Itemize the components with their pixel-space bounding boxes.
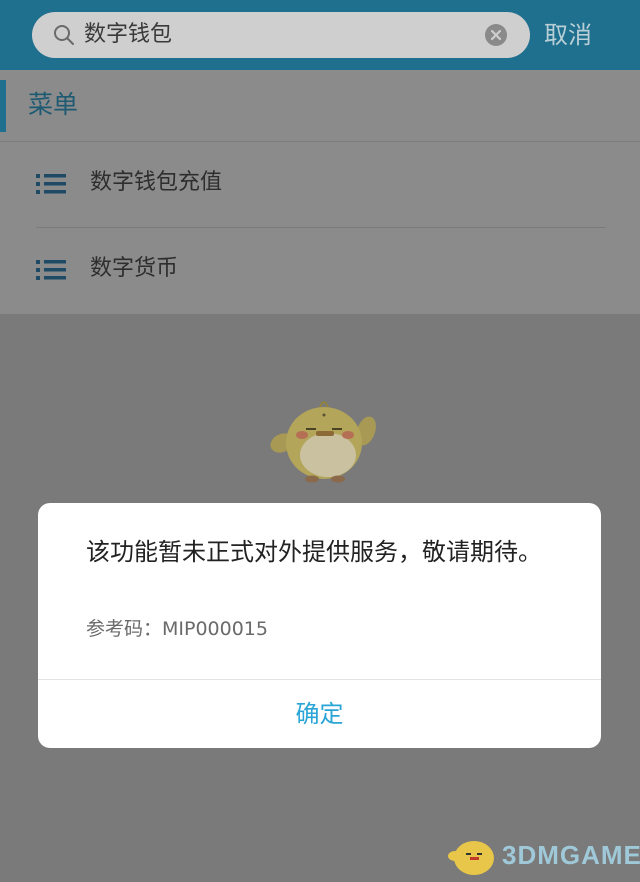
- dialog-message: 该功能暂未正式对外提供服务，敬请期待。: [86, 538, 542, 566]
- menu-item-digital-currency[interactable]: 数字货币: [0, 228, 640, 312]
- section-title: 菜单: [28, 90, 79, 119]
- watermark-mascot-icon: [448, 841, 494, 875]
- dialog-reference-code: 参考码：MIP000015: [86, 618, 268, 640]
- menu-item-label: 数字钱包充值: [90, 170, 223, 195]
- watermark-text: 3DMGAME: [502, 840, 640, 870]
- top-bar: 数字钱包 取消: [0, 0, 640, 70]
- search-query: 数字钱包: [84, 22, 173, 47]
- search-icon: [54, 25, 74, 45]
- alert-dialog: 该功能暂未正式对外提供服务，敬请期待。 参考码：MIP000015 确定: [38, 503, 601, 748]
- list-icon: [36, 174, 66, 194]
- section-accent-bar: [0, 80, 6, 132]
- list-icon: [36, 260, 66, 280]
- menu-section-header: 菜单: [0, 70, 640, 142]
- confirm-button[interactable]: 确定: [38, 680, 601, 748]
- search-input[interactable]: 数字钱包: [32, 12, 530, 58]
- mascot-illustration: [270, 401, 376, 483]
- menu-item-wallet-topup[interactable]: 数字钱包充值: [0, 142, 640, 226]
- menu-item-label: 数字货币: [90, 256, 179, 281]
- cancel-button[interactable]: 取消: [544, 18, 592, 52]
- search-results: 菜单 数字钱包充值 数字货币: [0, 70, 640, 314]
- watermark-logo: 3DMGAME: [446, 832, 640, 878]
- clear-icon[interactable]: [484, 23, 508, 47]
